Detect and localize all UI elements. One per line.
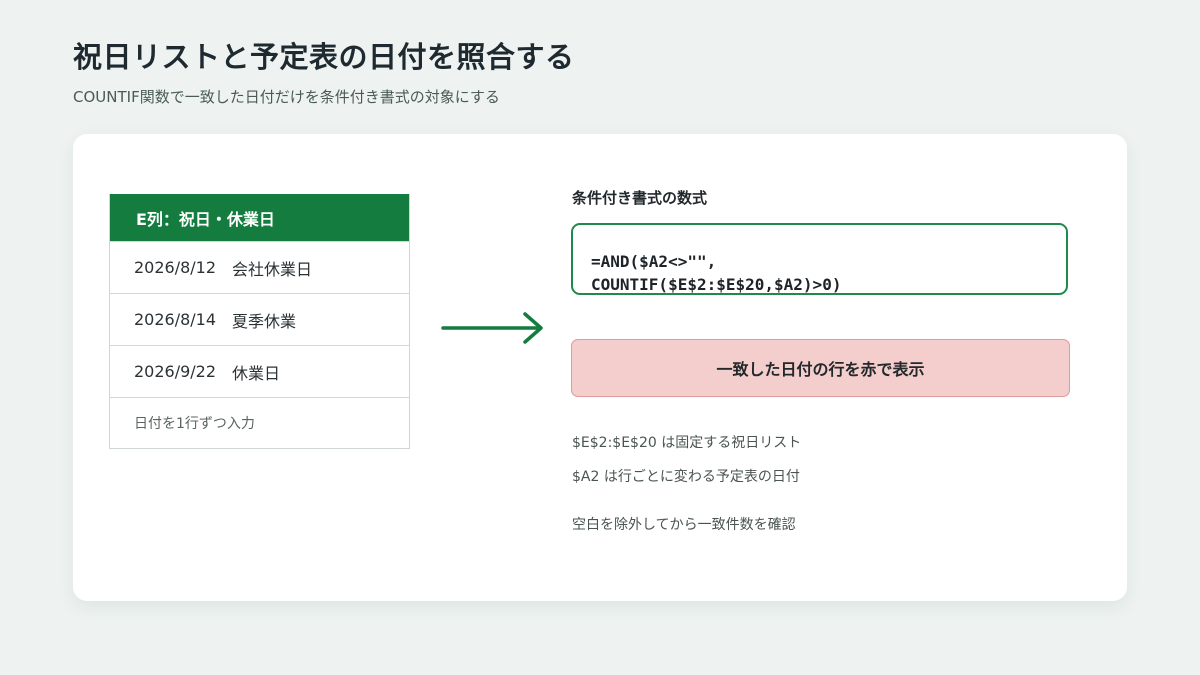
note-item: 空白を除外してから一致件数を確認 [572,517,796,533]
table-note: 日付を1行ずつ入力 [110,397,409,448]
table-row: 2026/8/12 会社休業日 [110,241,409,293]
page-title: 祝日リストと予定表の日付を照合する [73,40,575,74]
holiday-table: E列：祝日・休業日 2026/8/12 会社休業日 2026/8/14 夏季休業… [109,194,410,449]
table-row: 2026/9/22 休業日 [110,345,409,397]
row-date: 2026/9/22 [134,362,217,381]
row-label: 休業日 [232,363,281,383]
formula-line: =AND($A2<>"", [591,252,717,271]
table-header: E列：祝日・休業日 [110,194,409,241]
formula-box: =AND($A2<>"", COUNTIF($E$2:$E$20,$A2)>0) [571,223,1068,295]
result-box: 一致した日付の行を赤で表示 [571,339,1070,397]
arrow-right-icon [441,312,543,344]
row-label: 夏季休業 [232,311,297,331]
content-card: E列：祝日・休業日 2026/8/12 会社休業日 2026/8/14 夏季休業… [73,134,1127,601]
row-label: 会社休業日 [232,259,313,279]
formula-line: COUNTIF($E$2:$E$20,$A2)>0) [591,275,842,294]
page-subtitle: COUNTIF関数で一致した日付だけを条件付き書式の対象にする [73,88,500,106]
table-row: 2026/8/14 夏季休業 [110,293,409,345]
formula-label: 条件付き書式の数式 [572,189,708,207]
note-item: $A2 は行ごとに変わる予定表の日付 [572,469,800,485]
row-date: 2026/8/14 [134,310,217,329]
row-date: 2026/8/12 [134,258,217,277]
note-item: $E$2:$E$20 は固定する祝日リスト [572,435,802,451]
